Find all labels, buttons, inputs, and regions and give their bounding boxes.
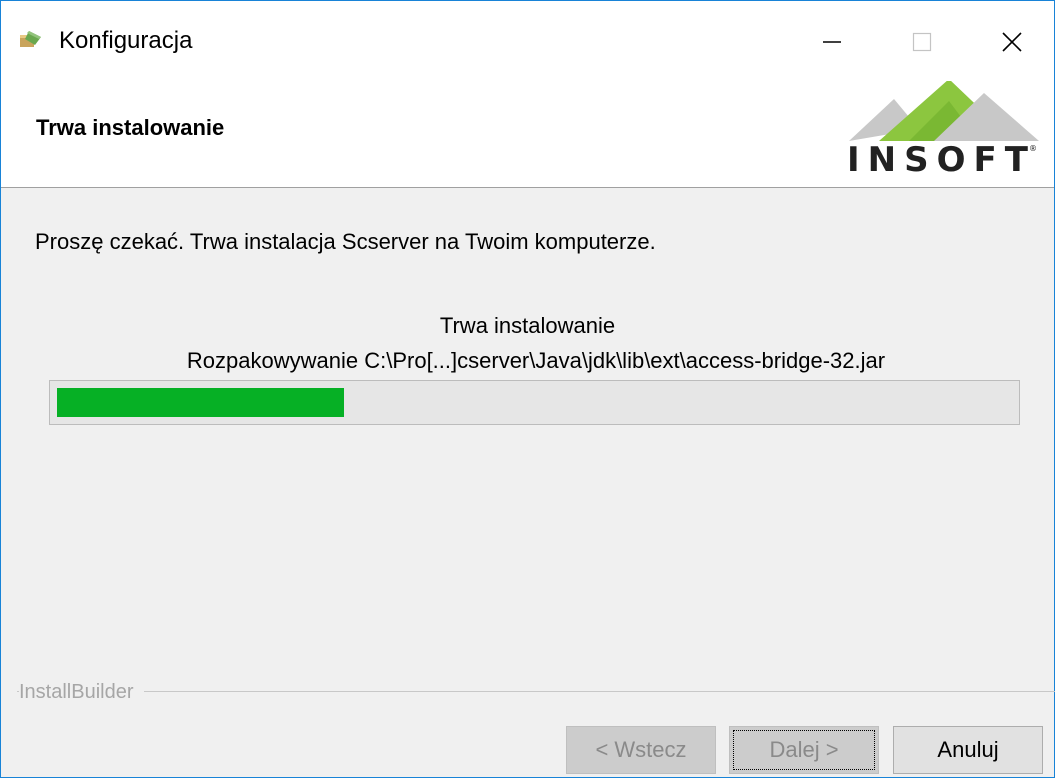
footer-divider [17,691,1055,692]
progress-fill [57,388,344,417]
maximize-icon [912,32,932,52]
back-button-label: < Wstecz [595,737,687,762]
logo-registered-mark: ® [1029,144,1037,153]
next-button[interactable]: Dalej > [729,726,879,774]
maximize-button[interactable] [887,11,957,73]
page-header: Trwa instalowanie INSOFT ® [1,81,1054,188]
close-button[interactable] [977,11,1047,73]
status-detail: Rozpakowywanie C:\Pro[...]cserver\Java\j… [186,348,886,373]
insoft-logo: INSOFT ® [847,81,1039,180]
installer-app-icon [20,31,41,47]
minimize-icon [823,41,841,43]
title-bar[interactable]: Konfiguracja [1,1,1054,81]
install-message: Proszę czekać. Trwa instalacja Scserver … [35,229,656,254]
page-title: Trwa instalowanie [36,115,225,140]
cancel-button[interactable]: Anuluj [893,726,1043,774]
status-title: Trwa instalowanie [439,313,616,338]
installer-window: Konfiguracja Trwa instalowanie INSOFT ® … [0,0,1055,778]
installbuilder-brand: InstallBuilder [19,681,144,704]
focus-ring [733,730,875,770]
cancel-button-label: Anuluj [937,737,999,762]
window-title: Konfiguracja [59,27,193,54]
minimize-button[interactable] [797,11,867,73]
close-icon [1002,32,1022,52]
install-progress-bar [49,380,1020,425]
logo-text: INSOFT [847,140,1036,180]
back-button[interactable]: < Wstecz [566,726,716,774]
